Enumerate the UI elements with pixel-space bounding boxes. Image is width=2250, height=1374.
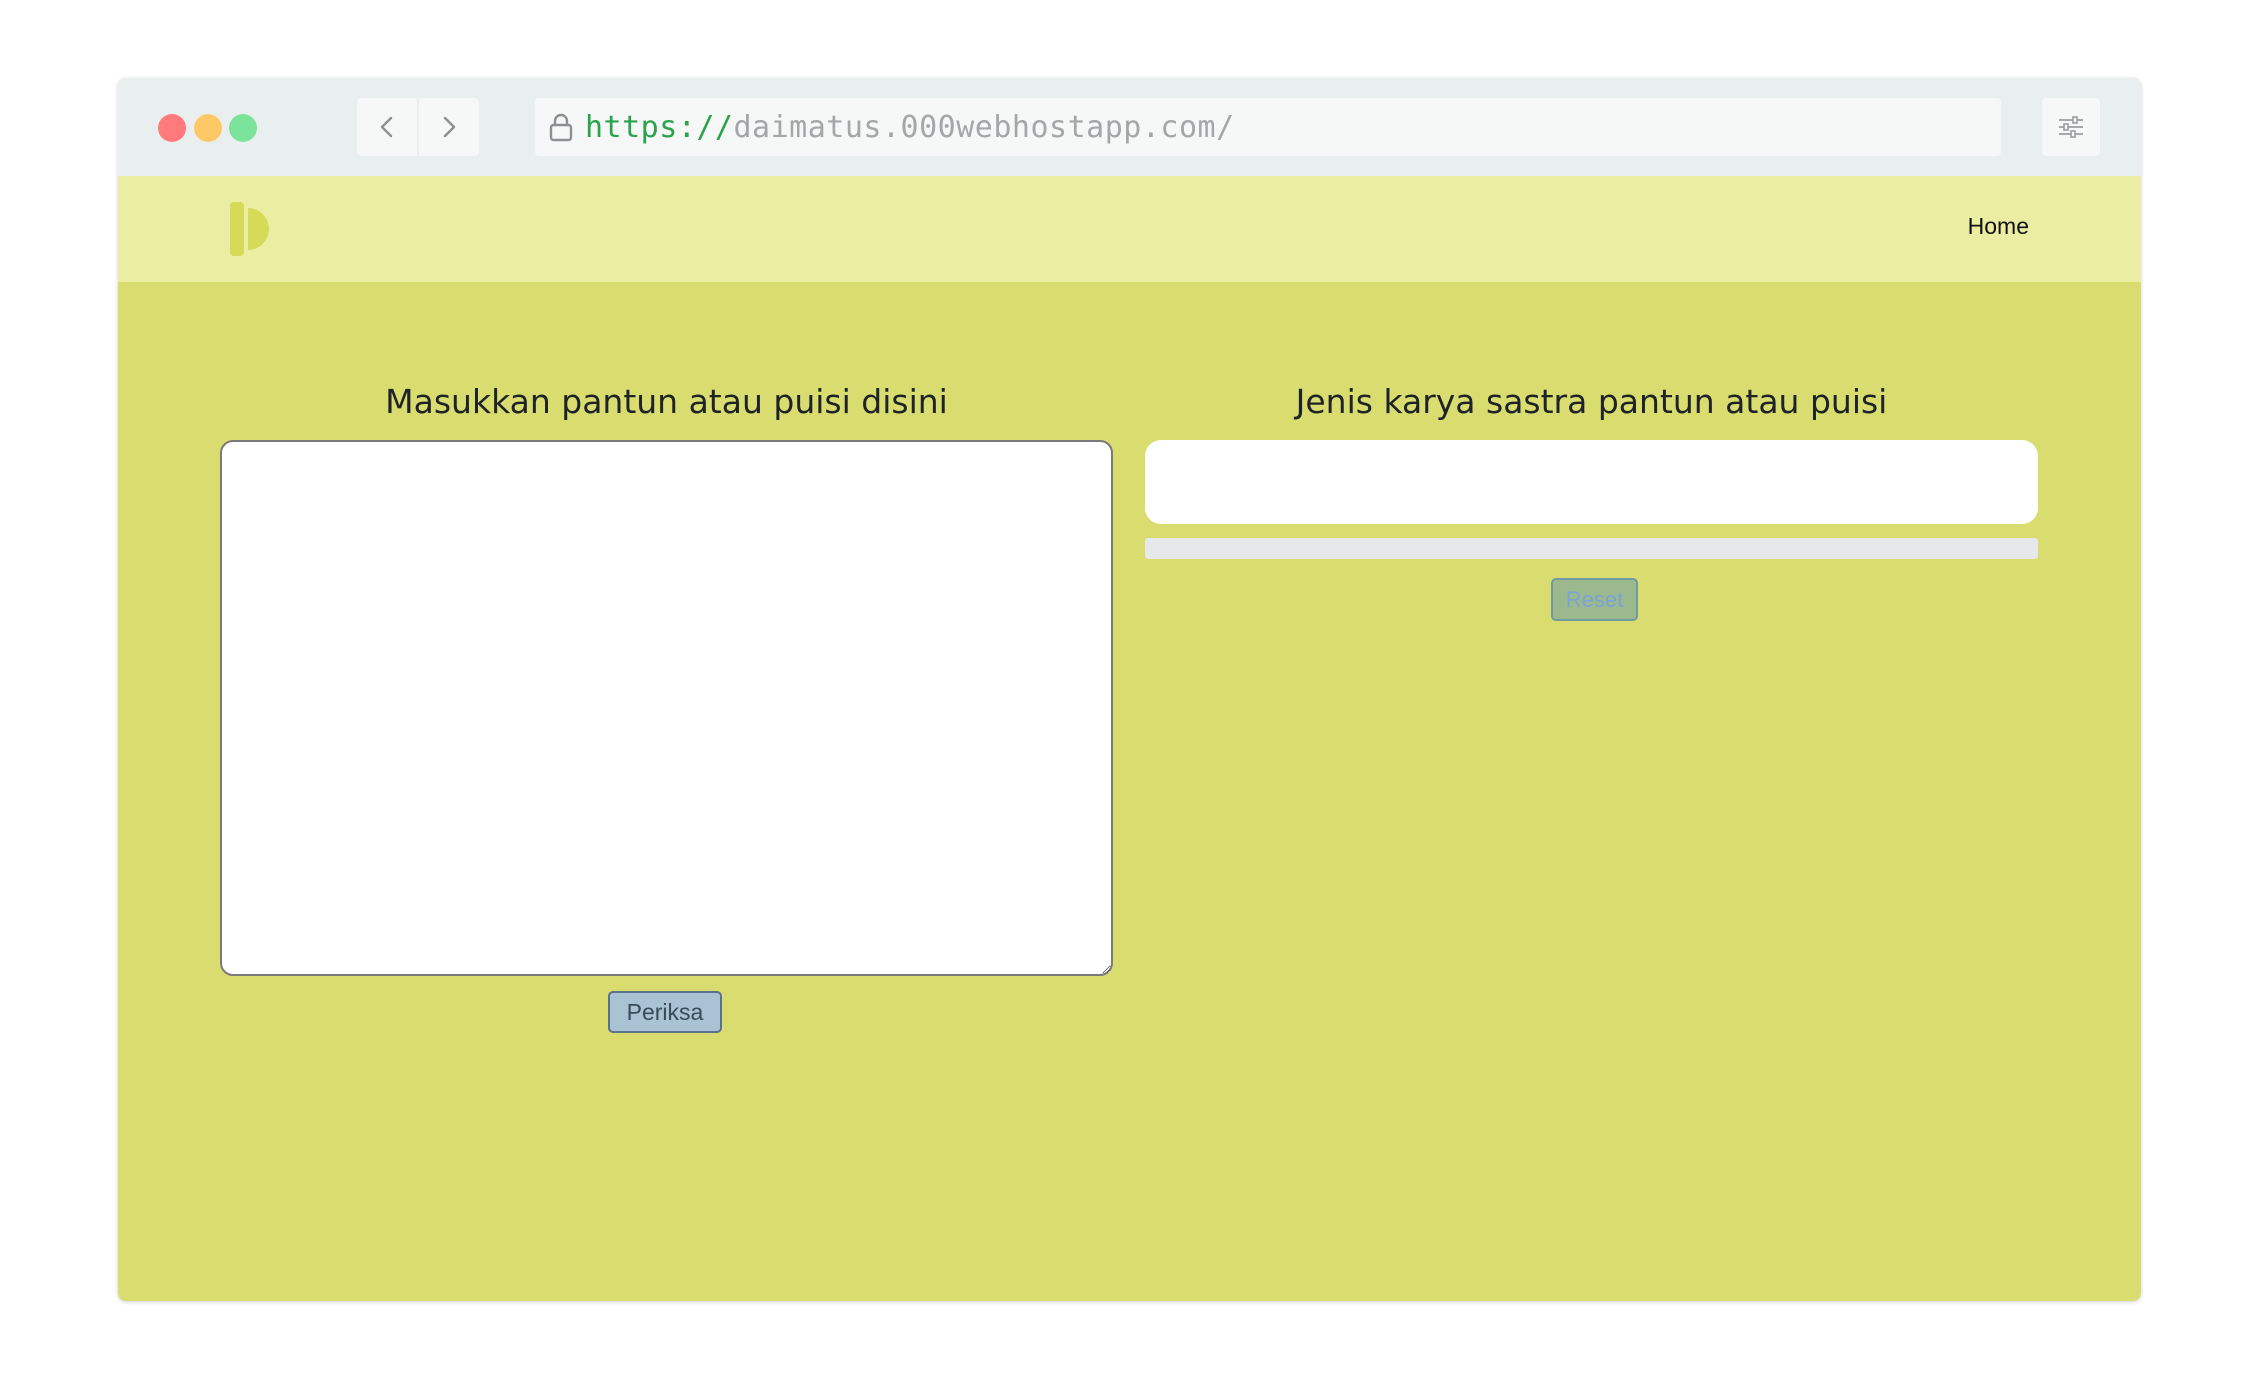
back-button[interactable] bbox=[357, 98, 417, 156]
maximize-window-button[interactable] bbox=[229, 114, 257, 142]
browser-window: https://daimatus.000webhostapp.com/ Home… bbox=[118, 78, 2141, 1301]
confidence-progress-bar bbox=[1145, 538, 2038, 559]
site-navbar: Home bbox=[118, 176, 2141, 282]
chevron-right-icon bbox=[443, 116, 456, 138]
settings-button[interactable] bbox=[2042, 98, 2100, 156]
reset-button[interactable]: Reset bbox=[1551, 578, 1638, 621]
url-scheme: https:// bbox=[585, 109, 734, 145]
poem-input-heading: Masukkan pantun atau puisi disini bbox=[385, 382, 948, 421]
result-output bbox=[1145, 440, 2038, 524]
url-text: https://daimatus.000webhostapp.com/ bbox=[585, 110, 1235, 145]
site-logo[interactable] bbox=[228, 200, 278, 258]
nav-home-link[interactable]: Home bbox=[1968, 213, 2029, 240]
chevron-left-icon bbox=[380, 116, 393, 138]
forward-button[interactable] bbox=[419, 98, 479, 156]
sliders-icon bbox=[2059, 116, 2083, 138]
url-host: daimatus.000webhostapp.com/ bbox=[733, 109, 1235, 145]
address-bar[interactable]: https://daimatus.000webhostapp.com/ bbox=[535, 98, 2001, 156]
minimize-window-button[interactable] bbox=[194, 114, 222, 142]
close-window-button[interactable] bbox=[158, 114, 186, 142]
check-button[interactable]: Periksa bbox=[608, 991, 722, 1033]
browser-toolbar: https://daimatus.000webhostapp.com/ bbox=[118, 78, 2141, 176]
lock-icon bbox=[547, 112, 575, 142]
result-heading: Jenis karya sastra pantun atau puisi bbox=[1295, 382, 1888, 421]
poem-textarea[interactable] bbox=[220, 440, 1113, 976]
